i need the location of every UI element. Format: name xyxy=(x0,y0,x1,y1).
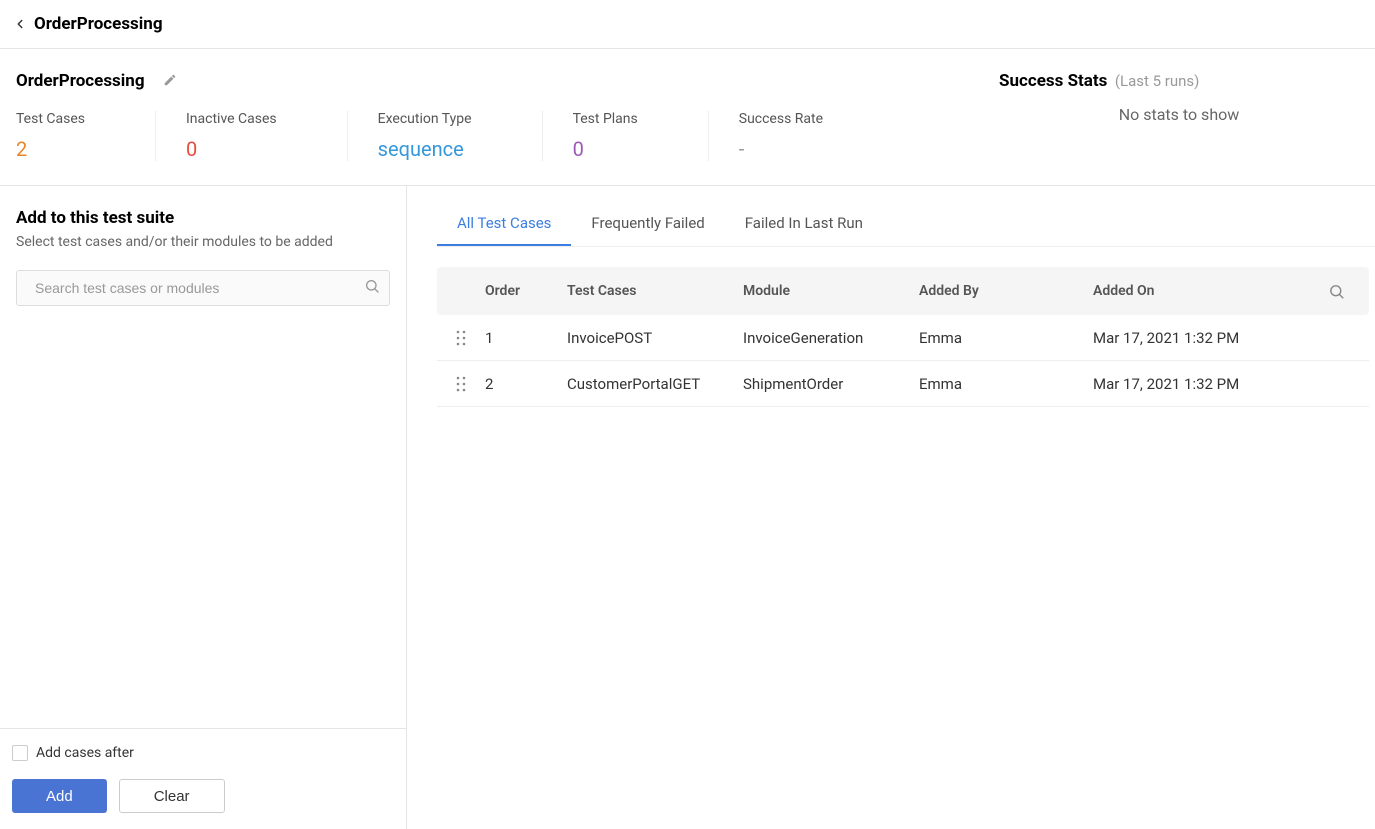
page-title: OrderProcessing xyxy=(34,14,163,34)
edit-suite-button[interactable] xyxy=(163,73,179,89)
sidebar: Add to this test suite Select test cases… xyxy=(0,186,407,829)
back-button[interactable] xyxy=(8,12,32,36)
cell-addedby: Emma xyxy=(919,329,1093,347)
success-stats-subtitle: (Last 5 runs) xyxy=(1115,72,1200,90)
table-row: 1InvoicePOSTInvoiceGenerationEmmaMar 17,… xyxy=(437,315,1369,361)
summary-section: OrderProcessing Test Cases 2 Inactive Case… xyxy=(0,49,1375,186)
stat-block: Test Plans 0 xyxy=(573,111,709,161)
stat-block: Test Cases 2 xyxy=(16,111,156,161)
table-wrap: Order Test Cases Module Added By Added O… xyxy=(437,247,1375,407)
stat-label: Test Plans xyxy=(573,111,638,127)
cell-order: 1 xyxy=(485,329,567,347)
add-button[interactable]: Add xyxy=(12,779,107,813)
button-row: Add Clear xyxy=(12,779,394,813)
success-stats-panel: Success Stats (Last 5 runs) No stats to … xyxy=(979,71,1359,161)
stat-value: 0 xyxy=(186,137,277,161)
stat-block: Execution Type sequence xyxy=(378,111,543,161)
cell-order: 2 xyxy=(485,375,567,393)
content: All Test CasesFrequently FailedFailed In… xyxy=(407,186,1375,829)
summary-left: OrderProcessing Test Cases 2 Inactive Case… xyxy=(16,71,979,161)
col-order-header: Order xyxy=(485,283,567,299)
stat-block: Success Rate - xyxy=(739,111,893,161)
col-addedon-header: Added On xyxy=(1093,283,1321,299)
table-row: 2CustomerPortalGETShipmentOrderEmmaMar 1… xyxy=(437,361,1369,407)
cell-addedby: Emma xyxy=(919,375,1093,393)
sidebar-title: Add to this test suite xyxy=(16,208,390,228)
success-stats-header: Success Stats (Last 5 runs) xyxy=(999,71,1359,91)
drag-handle[interactable] xyxy=(437,330,485,346)
sidebar-subtitle: Select test cases and/or their modules t… xyxy=(16,234,390,250)
stat-value: sequence xyxy=(378,137,472,161)
stats-row: Test Cases 2 Inactive Cases 0 Execution Type… xyxy=(16,111,979,161)
table-header: Order Test Cases Module Added By Added O… xyxy=(437,267,1369,315)
sidebar-top: Add to this test suite Select test cases… xyxy=(0,186,406,728)
drag-dots-icon xyxy=(456,330,466,346)
stat-value: 2 xyxy=(16,137,85,161)
add-cases-after-checkbox[interactable] xyxy=(12,745,28,761)
stat-value: 0 xyxy=(573,137,638,161)
suite-title-row: OrderProcessing xyxy=(16,71,979,91)
tabs-row: All Test CasesFrequently FailedFailed In… xyxy=(437,186,1375,247)
tab[interactable]: All Test Cases xyxy=(437,204,571,246)
table-search-button[interactable] xyxy=(1321,283,1351,300)
success-stats-empty: No stats to show xyxy=(999,105,1359,124)
stat-value: - xyxy=(739,137,823,161)
col-addedby-header: Added By xyxy=(919,283,1093,299)
add-cases-after-row: Add cases after xyxy=(12,745,394,761)
cell-testcase: InvoicePOST xyxy=(567,329,743,347)
table-body: 1InvoicePOSTInvoiceGenerationEmmaMar 17,… xyxy=(437,315,1369,407)
tab[interactable]: Frequently Failed xyxy=(571,204,724,246)
drag-handle[interactable] xyxy=(437,376,485,392)
pencil-icon xyxy=(163,73,177,87)
chevron-left-icon xyxy=(13,17,27,31)
tab[interactable]: Failed In Last Run xyxy=(725,204,883,246)
main-area: Add to this test suite Select test cases… xyxy=(0,186,1375,829)
success-stats-title: Success Stats xyxy=(999,71,1107,91)
search-icon xyxy=(1328,283,1345,300)
cell-testcase: CustomerPortalGET xyxy=(567,375,743,393)
stat-label: Execution Type xyxy=(378,111,472,127)
suite-title: OrderProcessing xyxy=(16,71,145,91)
topbar: OrderProcessing xyxy=(0,0,1375,49)
stat-block: Inactive Cases 0 xyxy=(186,111,348,161)
cell-module: ShipmentOrder xyxy=(743,375,919,393)
add-cases-after-label: Add cases after xyxy=(36,745,134,761)
col-testcases-header: Test Cases xyxy=(567,283,743,299)
sidebar-bottom: Add cases after Add Clear xyxy=(0,728,406,829)
cell-addedon: Mar 17, 2021 1:32 PM xyxy=(1093,375,1339,393)
drag-dots-icon xyxy=(456,376,466,392)
col-module-header: Module xyxy=(743,283,919,299)
stat-label: Success Rate xyxy=(739,111,823,127)
search-wrap xyxy=(16,270,390,306)
search-input[interactable] xyxy=(16,270,390,306)
clear-button[interactable]: Clear xyxy=(119,779,225,813)
stat-label: Test Cases xyxy=(16,111,85,127)
cell-module: InvoiceGeneration xyxy=(743,329,919,347)
stat-label: Inactive Cases xyxy=(186,111,277,127)
cell-addedon: Mar 17, 2021 1:32 PM xyxy=(1093,329,1339,347)
